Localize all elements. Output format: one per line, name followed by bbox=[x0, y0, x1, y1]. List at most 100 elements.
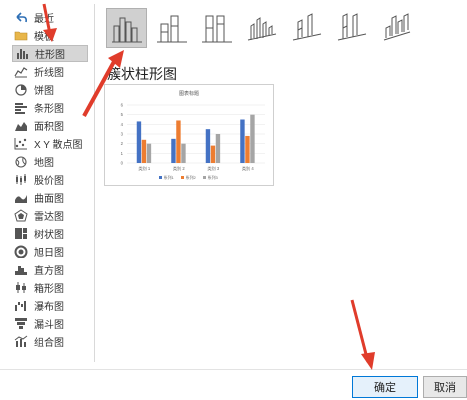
sidebar-item[interactable]: 漏斗图 bbox=[12, 315, 88, 332]
preview-bar bbox=[210, 145, 216, 163]
line-chart-icon bbox=[14, 65, 28, 78]
combo-chart-icon bbox=[14, 335, 28, 348]
box-whisker-chart-icon bbox=[14, 281, 28, 294]
scatter-chart-icon bbox=[14, 137, 28, 150]
sidebar-item-label: 面积图 bbox=[34, 122, 64, 133]
sidebar-item[interactable]: 饼图 bbox=[12, 81, 88, 98]
preview-legend-label: 系列1 bbox=[164, 174, 175, 180]
subtype-3d-clustered-column[interactable] bbox=[241, 8, 282, 48]
preview-ytick: 6 bbox=[121, 103, 124, 108]
subtype-3d-percent-stacked-column[interactable] bbox=[331, 8, 372, 48]
sidebar-item[interactable]: 直方图 bbox=[12, 261, 88, 278]
treemap-chart-icon bbox=[14, 227, 28, 240]
preview-category-label: 类别 3 bbox=[207, 165, 220, 172]
sidebar-item-label: 组合图 bbox=[34, 338, 64, 349]
sidebar-item[interactable]: 箱形图 bbox=[12, 279, 88, 296]
preview-legend-label: 系列2 bbox=[186, 174, 197, 180]
sidebar-item[interactable]: 地图 bbox=[12, 153, 88, 170]
preview-bar bbox=[215, 134, 221, 163]
subtype-3d-clustered-column-icon bbox=[247, 17, 276, 41]
preview-bar bbox=[171, 138, 176, 163]
subtype-3d-stacked-column[interactable] bbox=[286, 8, 327, 48]
sidebar-item-label: 柱形图 bbox=[35, 50, 65, 61]
sidebar-item-label: 模板 bbox=[34, 32, 54, 43]
map-chart-icon bbox=[14, 155, 28, 168]
sidebar-item-label: 雷达图 bbox=[34, 212, 64, 223]
preview-legend-swatch bbox=[203, 176, 206, 179]
sidebar-item[interactable]: X Y 散点图 bbox=[12, 135, 88, 152]
preview-legend-swatch bbox=[181, 176, 184, 179]
histogram-chart-icon bbox=[14, 263, 28, 276]
footer-divider bbox=[0, 369, 467, 370]
preview-ytick: 4 bbox=[121, 122, 124, 127]
sidebar-item-label: 瀑布图 bbox=[34, 302, 64, 313]
sidebar-item[interactable]: 模板 bbox=[12, 27, 88, 44]
undo-icon bbox=[14, 11, 28, 24]
pie-chart-icon bbox=[14, 83, 28, 96]
ok-button[interactable]: 确定 bbox=[352, 376, 418, 398]
sidebar-item-label: 直方图 bbox=[34, 266, 64, 277]
subtype-3d-column[interactable] bbox=[376, 8, 417, 48]
sidebar-item[interactable]: 折线图 bbox=[12, 63, 88, 80]
preview-bar bbox=[146, 143, 152, 163]
sidebar-item-label: 曲面图 bbox=[34, 194, 64, 205]
sidebar-item[interactable]: 旭日图 bbox=[12, 243, 88, 260]
sidebar-item[interactable]: 股价图 bbox=[12, 171, 88, 188]
preview-ytick: 0 bbox=[121, 161, 124, 166]
subtype-3d-percent-stacked-column-icon bbox=[337, 13, 366, 41]
subtype-stacked-column-icon bbox=[156, 15, 187, 43]
sidebar-item-label: 地图 bbox=[34, 158, 54, 169]
chart-preview: 图表标题 0 1 2 3 4 5 6 类别 1 类别 2 类别 3 类别 4 系列1 系列2 系列3 bbox=[104, 84, 274, 186]
bar-chart-icon bbox=[14, 101, 28, 114]
area-chart-icon bbox=[14, 119, 28, 132]
sidebar-item[interactable]: 树状图 bbox=[12, 225, 88, 242]
sunburst-chart-icon bbox=[14, 245, 28, 258]
preview-ytick: 5 bbox=[121, 112, 124, 117]
preview-bar bbox=[136, 121, 142, 163]
sidebar-item-label: 最近 bbox=[34, 14, 54, 25]
preview-title: 图表标题 bbox=[179, 90, 199, 97]
preview-category-label: 类别 4 bbox=[242, 165, 255, 172]
preview-chart-svg: 图表标题 0 1 2 3 4 5 6 类别 1 类别 2 类别 3 类别 4 系列1 系列2 系列3 bbox=[121, 90, 265, 180]
preview-bar bbox=[141, 139, 147, 163]
preview-bar bbox=[205, 129, 211, 163]
sidebar-item-label: 旭日图 bbox=[34, 248, 64, 259]
sidebar-item[interactable]: 曲面图 bbox=[12, 189, 88, 206]
sidebar-item[interactable]: 雷达图 bbox=[12, 207, 88, 224]
sidebar-item[interactable]: 面积图 bbox=[12, 117, 88, 134]
preview-bar bbox=[176, 120, 181, 163]
folder-icon bbox=[14, 29, 28, 42]
sidebar-item-label: 漏斗图 bbox=[34, 320, 64, 331]
preview-bar bbox=[240, 119, 245, 163]
radar-chart-icon bbox=[14, 209, 28, 222]
sidebar-item-label: 折线图 bbox=[34, 68, 64, 79]
cancel-button[interactable]: 取消 bbox=[423, 376, 467, 398]
sidebar-item[interactable]: 柱形图 bbox=[12, 45, 88, 62]
subtype-clustered-column-icon bbox=[111, 17, 142, 43]
stock-chart-icon bbox=[14, 173, 28, 186]
sidebar-item-label: 树状图 bbox=[34, 230, 64, 241]
sidebar-item[interactable]: 组合图 bbox=[12, 333, 88, 350]
subtype-percent-stacked-column-icon bbox=[201, 15, 232, 43]
funnel-chart-icon bbox=[14, 317, 28, 330]
column-chart-icon bbox=[15, 47, 29, 60]
sidebar-item-label: X Y 散点图 bbox=[34, 140, 83, 151]
sidebar-item-label: 条形图 bbox=[34, 104, 64, 115]
preview-category-label: 类别 1 bbox=[138, 165, 151, 172]
subtype-3d-column-icon bbox=[383, 13, 410, 41]
subtype-clustered-column[interactable] bbox=[106, 8, 147, 48]
subtype-stacked-column[interactable] bbox=[151, 8, 192, 48]
sidebar-item[interactable]: 瀑布图 bbox=[12, 297, 88, 314]
preview-category-label: 类别 2 bbox=[173, 165, 186, 172]
subtype-percent-stacked-column[interactable] bbox=[196, 8, 237, 48]
preview-bar bbox=[245, 135, 250, 163]
preview-legend-label: 系列3 bbox=[208, 174, 219, 180]
sidebar-item-label: 股价图 bbox=[34, 176, 64, 187]
sidebar-item[interactable]: 条形图 bbox=[12, 99, 88, 116]
preview-bar bbox=[181, 143, 186, 163]
subtype-heading: 簇状柱形图 bbox=[107, 66, 177, 82]
annotation-arrow-ok bbox=[350, 299, 375, 370]
waterfall-chart-icon bbox=[14, 299, 28, 312]
preview-ytick: 2 bbox=[121, 141, 124, 146]
sidebar-item[interactable]: 最近 bbox=[12, 9, 88, 26]
